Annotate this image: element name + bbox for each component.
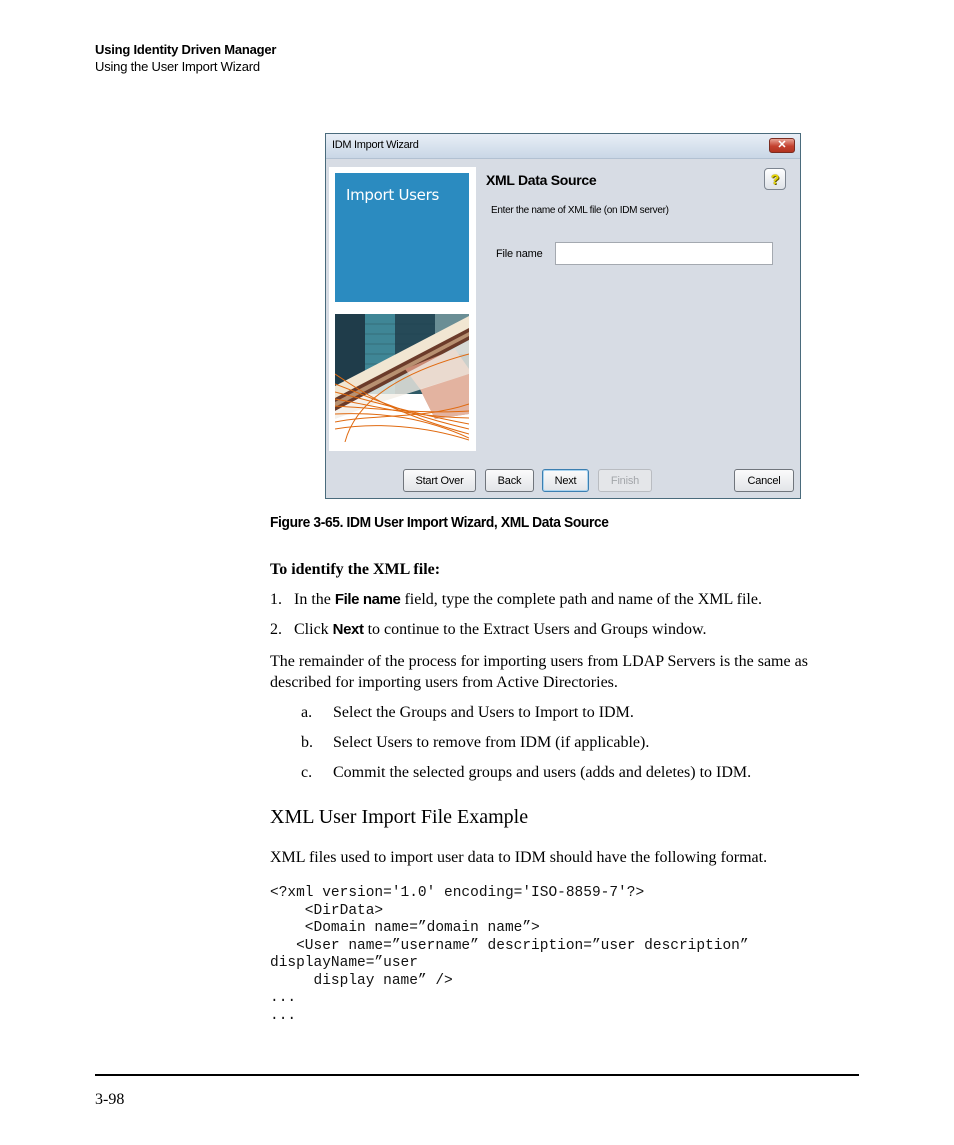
figure-caption: Figure 3-65. IDM User Import Wizard, XML… [270,514,609,531]
import-wizard-dialog: IDM Import Wizard ✕ Import Users XML Dat… [325,133,801,499]
step-text-bold: File name [334,591,401,608]
sub-item-letter: c. [301,764,313,781]
remainder-paragraph-line2: described for importing users from Activ… [270,674,618,691]
start-over-button[interactable]: Start Over [403,469,476,492]
section-intro: XML files used to import user data to ID… [270,849,768,866]
wizard-banner: Import Users [335,173,469,302]
help-question-icon: ? [770,171,780,187]
step-instruction: Enter the name of XML file (on IDM serve… [491,205,669,216]
wizard-side-panel: Import Users [329,167,476,451]
sub-item-text: Select the Groups and Users to Import to… [333,704,634,721]
step-heading: XML Data Source [486,172,597,188]
procedure-title: To identify the XML file: [270,561,441,578]
step-text-post: field, type the complete path and name o… [400,591,762,608]
page-number: 3-98 [95,1091,125,1108]
window-title: IDM Import Wizard [332,139,419,151]
chapter-title: Using Identity Driven Manager [95,42,277,57]
close-button[interactable]: ✕ [769,138,795,153]
close-icon: ✕ [777,139,787,151]
help-button[interactable]: ? [764,168,786,190]
step-text-post: to continue to the Extract Users and Gro… [363,621,707,638]
next-button[interactable]: Next [542,469,589,492]
sub-item-text: Commit the selected groups and users (ad… [333,764,752,781]
procedure-step: 1. In the File name field, type the comp… [270,589,762,610]
back-button[interactable]: Back [485,469,534,492]
building-image-graphic [335,314,469,442]
sub-item-text: Select Users to remove from IDM (if appl… [333,734,650,751]
step-number: 2. [270,621,282,638]
sub-item-letter: a. [301,704,313,721]
footer-rule [95,1074,859,1076]
procedure-step: 2. Click Next to continue to the Extract… [270,619,706,640]
step-number: 1. [270,591,282,608]
remainder-paragraph-line1: The remainder of the process for importi… [270,653,808,670]
step-text-pre: Click [294,621,333,638]
running-header: Using Identity Driven Manager Using the … [95,41,276,75]
wizard-banner-label: Import Users [346,186,439,204]
xml-code-example: <?xml version='1.0' encoding='ISO-8859-7… [270,885,749,1024]
sub-item-letter: b. [301,734,313,751]
decorative-building-image [335,314,469,442]
section-heading: XML User Import File Example [270,806,529,828]
file-name-label: File name [496,248,543,260]
section-title: Using the User Import Wizard [95,59,260,74]
finish-button: Finish [598,469,652,492]
title-bar[interactable]: IDM Import Wizard ✕ [326,134,800,159]
cancel-button[interactable]: Cancel [734,469,794,492]
step-text-pre: In the [294,591,335,608]
file-name-input[interactable] [555,242,773,265]
step-text-bold: Next [332,621,364,638]
